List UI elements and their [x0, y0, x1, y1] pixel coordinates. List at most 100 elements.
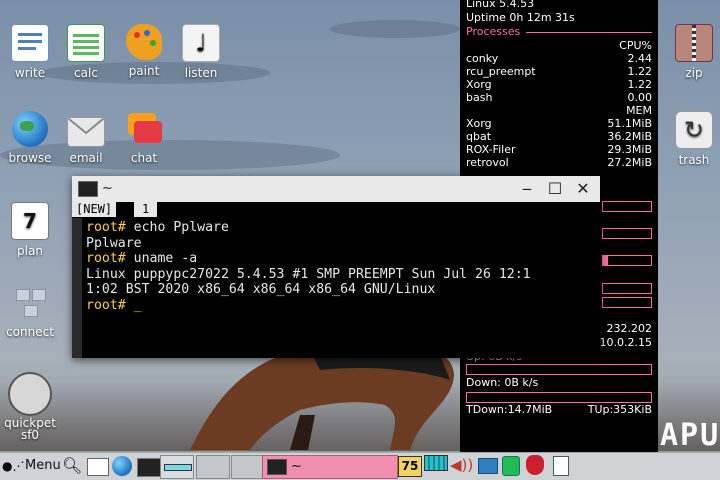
command: echo Pplware: [125, 220, 229, 235]
process-name: qbat: [466, 130, 492, 143]
text-cursor: _: [133, 297, 142, 313]
desktop-icon-label: browse: [8, 151, 52, 165]
show-desktop-icon[interactable]: [87, 458, 109, 476]
network-icon[interactable]: [478, 458, 498, 474]
conky-up-graph: [466, 364, 652, 375]
output: Linux puppypc27022 5.4.53 #1 SMP PREEMPT…: [86, 266, 531, 282]
terminal-line: root# echo Pplware: [86, 220, 596, 236]
desktop-icon-plan[interactable]: 7 plan: [0, 202, 60, 258]
terminal-titlebar[interactable]: ~ ‒ ☐ ✕: [72, 176, 600, 203]
menu-button[interactable]: Menu: [25, 458, 61, 473]
desktop-icon-browse[interactable]: browse: [0, 111, 60, 165]
desktop-icon-quickpet[interactable]: quickpet sf0: [0, 372, 60, 441]
wallpaper-cloud: [330, 20, 460, 38]
terminal-line: root# uname -a: [86, 251, 596, 267]
search-icon[interactable]: 🔍︎: [62, 456, 82, 477]
conky-cpu-row: conky 2.44: [466, 52, 652, 66]
conky-processes-title: Processes: [466, 25, 652, 39]
total-down: TDown:14.7MiB: [466, 403, 553, 416]
prompt: root#: [86, 220, 126, 235]
process-name: conky: [466, 52, 499, 65]
desktop-icon-listen[interactable]: ♩ listen: [171, 24, 231, 80]
terminal-output[interactable]: root# echo Pplware Pplware root# uname -a L…: [72, 218, 600, 358]
process-name: Xorg: [466, 117, 492, 130]
process-cpu: 2.44: [627, 52, 653, 65]
connect-icon: [12, 285, 48, 321]
firewall-shield-icon[interactable]: [526, 455, 544, 475]
desktop-icon-label: trash: [678, 153, 710, 167]
desktop-icon-write[interactable]: write: [0, 24, 60, 80]
processes-title: Processes: [466, 25, 521, 38]
process-name: bash: [466, 91, 493, 104]
workspace-2[interactable]: [196, 455, 230, 479]
volume-icon[interactable]: ◀)): [450, 456, 473, 477]
conky-down-rate: Down: 0B k/s: [466, 376, 539, 389]
mem-header: MEM: [626, 104, 652, 117]
paint-icon: [126, 24, 162, 60]
zip-icon: [675, 24, 713, 62]
terminal-line: 1:02 BST 2020 x86_64 x86_64 x86_64 GNU/L…: [86, 282, 596, 298]
battery-indicator[interactable]: 75: [398, 456, 422, 477]
workspace-3[interactable]: [231, 455, 263, 479]
output: 1:02 BST 2020 x86_64 x86_64 x86_64 GNU/L…: [86, 282, 436, 297]
clipboard-icon[interactable]: [553, 456, 569, 476]
conky-mem-row: retrovol 27.2MiB: [466, 156, 652, 170]
desktop-icon-email[interactable]: email: [56, 111, 116, 165]
conky-bar: [602, 228, 652, 239]
process-name: Xorg: [466, 78, 492, 91]
email-icon: [67, 117, 105, 147]
process-mem: 27.2MiB: [607, 156, 652, 169]
desktop-icon-label: email: [69, 151, 103, 165]
command: uname -a: [125, 251, 198, 266]
process-name: rcu_preempt: [466, 65, 536, 78]
desktop-icon-calc[interactable]: calc: [56, 24, 116, 80]
workspace-1[interactable]: [160, 455, 194, 479]
conky-mem-header: MEM: [466, 104, 652, 118]
conky-cpu-row: rcu_preempt 1.22: [466, 65, 652, 79]
desktop-icon-trash[interactable]: ↻ trash: [664, 111, 720, 167]
close-button[interactable]: ✕: [572, 179, 594, 199]
listen-icon: ♩: [182, 24, 220, 62]
network-monitor-icon[interactable]: [424, 455, 448, 471]
conky-bar: [602, 297, 652, 308]
conky-cpu-row: bash 0.00: [466, 91, 652, 105]
workspace-window-thumb: [164, 464, 192, 471]
output: Pplware: [86, 235, 142, 251]
processes-divider: [526, 32, 652, 33]
menu-icon[interactable]: ●⋰: [2, 459, 24, 480]
desktop-icon-label: chat: [130, 151, 158, 165]
process-name: retrovol: [466, 156, 509, 169]
storage-icon[interactable]: [502, 456, 520, 476]
process-cpu: 1.22: [627, 65, 653, 78]
terminal-tabbar: [NEW] 1: [72, 202, 600, 218]
cpu-header: CPU%: [619, 39, 652, 52]
trash-icon: ↻: [675, 111, 713, 149]
conky-cpu-row: Xorg 1.22: [466, 78, 652, 92]
ip-local: 10.0.2.15: [599, 336, 652, 349]
chat-icon: [126, 111, 162, 147]
terminal-window[interactable]: ~ ‒ ☐ ✕ [NEW] 1 root# echo Pplware Pplwar…: [72, 176, 600, 358]
task-button-terminal[interactable]: ~: [262, 455, 398, 479]
desktop-icon-paint[interactable]: paint: [114, 24, 174, 78]
desktop-icon-connect[interactable]: connect: [0, 285, 60, 339]
prompt: root#: [86, 251, 126, 266]
terminal-line: root# _: [86, 298, 596, 314]
conky-cpu-header: CPU%: [466, 39, 652, 53]
desktop-icon-zip[interactable]: zip: [664, 24, 720, 80]
prompt: root#: [86, 297, 126, 313]
process-mem: 29.3MiB: [607, 143, 652, 156]
terminal-launcher-icon[interactable]: [137, 458, 161, 477]
tab-new[interactable]: [NEW]: [72, 202, 117, 217]
plan-icon: 7: [11, 202, 49, 240]
minimize-button[interactable]: ‒: [516, 179, 538, 199]
desktop-icon-label: calc: [74, 66, 98, 80]
conky-bar: [602, 201, 652, 212]
total-up: TUp:353KiB: [587, 403, 652, 416]
maximize-button[interactable]: ☐: [544, 179, 566, 199]
process-cpu: 0.00: [627, 91, 653, 104]
desktop-icon-chat[interactable]: chat: [114, 111, 174, 165]
desktop-icon-label: paint: [128, 64, 160, 78]
browser-launcher-icon[interactable]: [112, 456, 132, 476]
tab-1[interactable]: 1: [134, 202, 158, 217]
quickpet-icon: [8, 372, 52, 416]
